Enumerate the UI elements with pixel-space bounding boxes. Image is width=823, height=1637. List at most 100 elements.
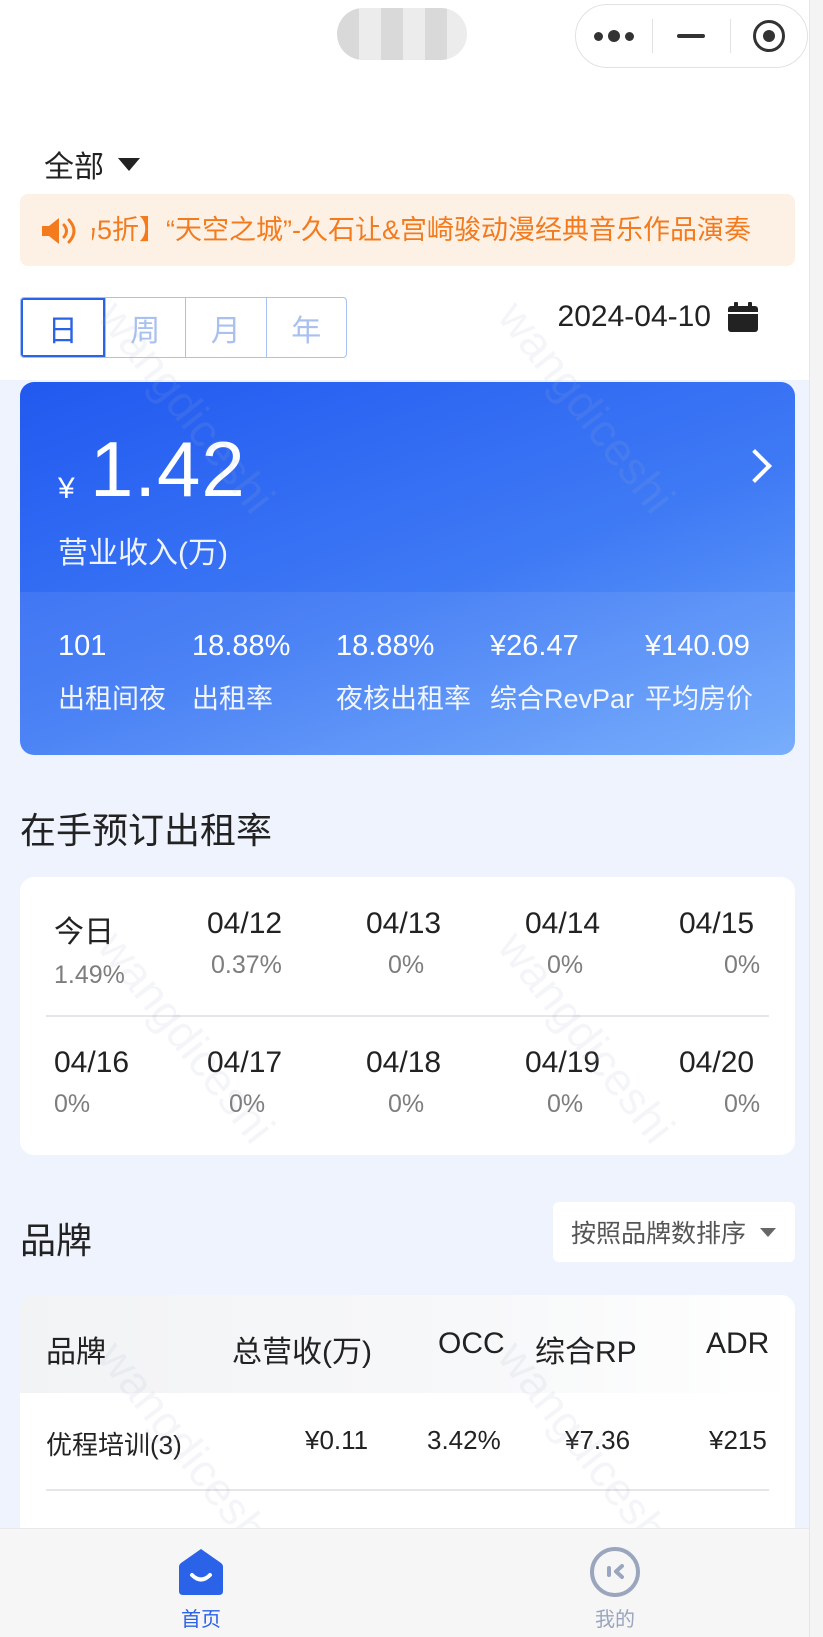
profile-face-icon bbox=[590, 1547, 640, 1597]
speaker-icon bbox=[42, 218, 76, 244]
notice-text-window: 马5折】“天空之城”-久石让&宫崎骏动漫经典音乐作品演奏 bbox=[92, 194, 792, 266]
notice-bar[interactable]: 马5折】“天空之城”-久石让&宫崎骏动漫经典音乐作品演奏 bbox=[20, 194, 795, 266]
tab-day[interactable]: 日 bbox=[21, 298, 105, 357]
calendar-icon bbox=[728, 302, 758, 332]
booking-rate: 0% bbox=[388, 951, 425, 979]
window-edge bbox=[809, 0, 823, 1637]
minus-icon bbox=[677, 34, 706, 38]
tab-home[interactable]: 首页 bbox=[141, 1547, 261, 1632]
date-picker[interactable]: 2024-04-10 bbox=[558, 300, 759, 334]
minimize-button[interactable] bbox=[653, 5, 729, 67]
column-header[interactable]: OCC bbox=[438, 1327, 505, 1361]
booking-cell: 04/14 0% bbox=[525, 907, 655, 980]
booking-rate: 0% bbox=[547, 1090, 584, 1118]
tab-me[interactable]: 我的 bbox=[555, 1547, 675, 1632]
stat-revpar: ¥26.47 综合RevPar bbox=[490, 630, 634, 716]
top-header: 全部 马5折】“天空之城”-久石让&宫崎骏动漫经典音乐作品演奏 日 周 月 年 … bbox=[0, 0, 809, 380]
booking-cell: 今日 1.49% bbox=[54, 907, 184, 990]
booking-date: 04/17 bbox=[207, 1046, 283, 1079]
revenue-amount: 1.42 bbox=[90, 425, 246, 513]
tab-month[interactable]: 月 bbox=[185, 298, 266, 357]
scope-filter-label: 全部 bbox=[44, 151, 104, 184]
divider bbox=[46, 1015, 769, 1017]
stat-label: 综合RevPar bbox=[490, 684, 635, 714]
booking-cell: 04/19 0% bbox=[525, 1046, 655, 1119]
booking-date: 04/15 bbox=[679, 907, 755, 940]
booking-date: 今日 bbox=[54, 916, 114, 949]
stat-night-audit-occupancy: 18.88% 夜核出租率 bbox=[336, 630, 471, 716]
sort-label: 按照品牌数排序 bbox=[571, 1220, 747, 1248]
tab-home-label: 首页 bbox=[181, 1609, 221, 1631]
caret-down-icon bbox=[118, 157, 140, 171]
stat-room-nights: 101 出租间夜 bbox=[58, 630, 166, 716]
table-header bbox=[20, 1295, 795, 1393]
stat-value: 18.88% bbox=[336, 630, 435, 662]
caret-down-icon bbox=[760, 1227, 777, 1237]
booking-date: 04/12 bbox=[207, 907, 283, 940]
brand-name-cell[interactable]: 优程培训(3) bbox=[46, 1425, 182, 1462]
date-value: 2024-04-10 bbox=[557, 300, 711, 333]
blurred-app-logo bbox=[337, 8, 467, 60]
booking-rate: 0% bbox=[724, 951, 761, 979]
tab-week[interactable]: 周 bbox=[104, 298, 186, 357]
more-dots-icon bbox=[594, 30, 635, 42]
booking-date: 04/20 bbox=[679, 1046, 755, 1079]
booking-date: 04/18 bbox=[366, 1046, 442, 1079]
period-tabs: 日 周 月 年 bbox=[20, 297, 347, 358]
booking-cell: 04/13 0% bbox=[366, 907, 496, 980]
revenue-card[interactable]: ¥ 1.42 营业收入(万) 101 出租间夜 18.88% 出租率 18.88… bbox=[20, 382, 795, 755]
booking-rate: 1.49% bbox=[54, 961, 125, 989]
booking-cell: 04/18 0% bbox=[366, 1046, 496, 1119]
mini-program-capsule bbox=[575, 4, 808, 68]
stat-value: 18.88% bbox=[192, 630, 291, 662]
booking-row: 今日 1.49% 04/12 0.37% 04/13 0% 04/14 0% 0… bbox=[20, 907, 795, 1007]
booking-cell: 04/17 0% bbox=[207, 1046, 337, 1119]
brand-rp-cell: ¥7.36 bbox=[565, 1425, 631, 1455]
booking-rate: 0% bbox=[229, 1090, 266, 1118]
booking-row: 04/16 0% 04/17 0% 04/18 0% 04/19 0% 04/2… bbox=[20, 1046, 795, 1146]
home-icon bbox=[179, 1549, 223, 1595]
column-header[interactable]: 总营收(万) bbox=[232, 1327, 372, 1371]
booking-occupancy-card: 今日 1.49% 04/12 0.37% 04/13 0% 04/14 0% 0… bbox=[20, 877, 795, 1155]
more-button[interactable] bbox=[576, 5, 652, 67]
divider bbox=[46, 1489, 769, 1491]
booking-date: 04/16 bbox=[54, 1046, 130, 1079]
booking-cell: 04/15 0% bbox=[679, 907, 809, 980]
app-screen: 全部 马5折】“天空之城”-久石让&宫崎骏动漫经典音乐作品演奏 日 周 月 年 … bbox=[0, 0, 823, 1637]
stat-occupancy: 18.88% 出租率 bbox=[192, 630, 290, 716]
stat-value: ¥26.47 bbox=[490, 630, 579, 662]
booking-cell: 04/12 0.37% bbox=[207, 907, 337, 980]
column-header[interactable]: 品牌 bbox=[46, 1327, 106, 1371]
brand-revenue-cell: ¥0.11 bbox=[305, 1425, 369, 1455]
column-header[interactable]: 综合RP bbox=[535, 1327, 637, 1371]
booking-cell: 04/20 0% bbox=[679, 1046, 809, 1119]
booking-cell: 04/16 0% bbox=[54, 1046, 184, 1119]
chevron-right-icon[interactable] bbox=[738, 449, 772, 483]
booking-section-title: 在手预订出租率 bbox=[20, 810, 273, 851]
revenue-label: 营业收入(万) bbox=[58, 537, 228, 570]
bottom-tabbar: 首页 我的 bbox=[0, 1528, 809, 1637]
stat-label: 平均房价 bbox=[645, 684, 753, 714]
scope-filter-dropdown[interactable]: 全部 bbox=[44, 142, 140, 186]
booking-rate: 0% bbox=[54, 1090, 91, 1118]
brand-adr-cell: ¥215 bbox=[709, 1425, 767, 1455]
stat-label: 出租率 bbox=[192, 684, 273, 714]
close-button[interactable] bbox=[731, 5, 807, 67]
stat-adr: ¥140.09 平均房价 bbox=[645, 630, 753, 716]
stat-label: 出租间夜 bbox=[58, 684, 166, 714]
column-header[interactable]: ADR bbox=[706, 1327, 769, 1361]
booking-rate: 0% bbox=[547, 951, 584, 979]
revenue-summary: ¥ 1.42 营业收入(万) bbox=[20, 382, 795, 592]
target-circle-icon bbox=[752, 20, 785, 52]
notice-text: 马5折】“天空之城”-久石让&宫崎骏动漫经典音乐作品演奏 bbox=[92, 215, 751, 245]
brand-section-title: 品牌 bbox=[20, 1220, 93, 1261]
booking-rate: 0% bbox=[388, 1090, 425, 1118]
tab-year[interactable]: 年 bbox=[265, 298, 347, 357]
brand-occ-cell: 3.42% bbox=[427, 1425, 501, 1455]
stat-value: 101 bbox=[58, 630, 107, 662]
brand-sort-dropdown[interactable]: 按照品牌数排序 bbox=[553, 1202, 795, 1262]
booking-date: 04/13 bbox=[366, 907, 442, 940]
currency-symbol: ¥ bbox=[58, 472, 75, 505]
booking-date: 04/14 bbox=[525, 907, 601, 940]
booking-rate: 0% bbox=[724, 1090, 761, 1118]
